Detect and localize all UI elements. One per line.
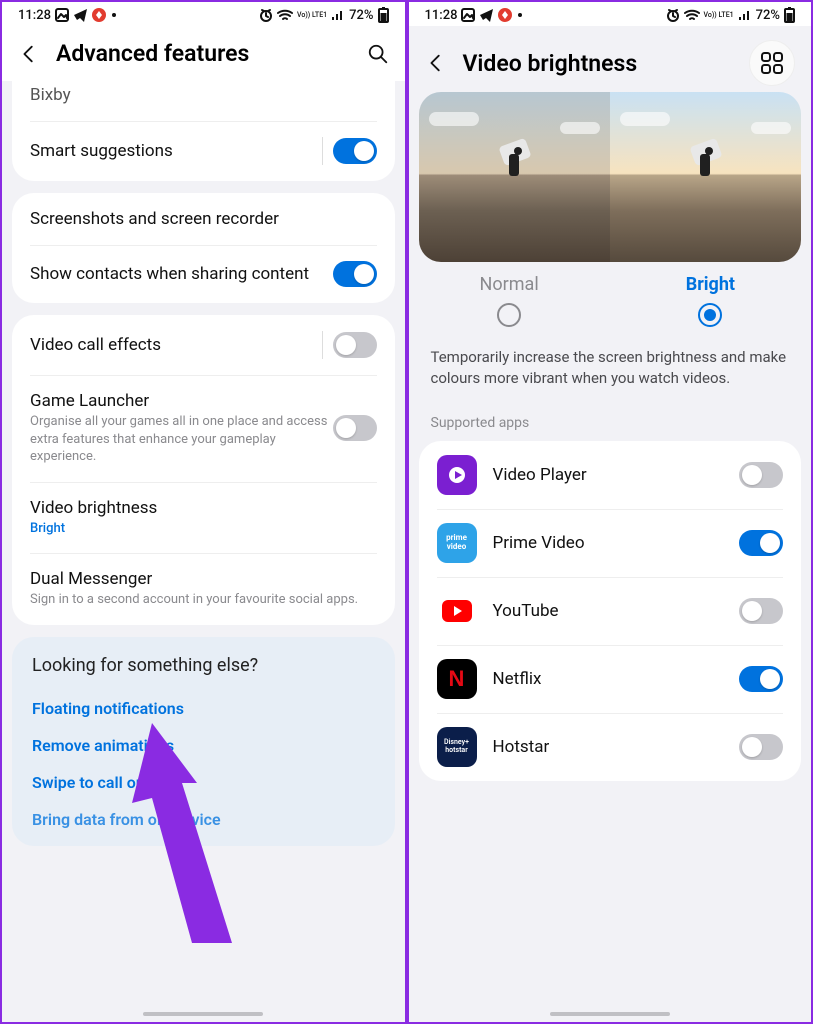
app-row-youtube[interactable]: YouTube <box>419 577 802 645</box>
hotstar-label: Hotstar <box>493 737 740 757</box>
radio-bright[interactable] <box>698 303 722 327</box>
mode-bright[interactable]: Bright <box>610 274 811 327</box>
alarm-icon <box>259 8 273 22</box>
app-row-video-player[interactable]: Video Player <box>419 441 802 509</box>
dual-messenger-sub: Sign in to a second account in your favo… <box>30 591 377 609</box>
battery-icon <box>784 7 795 23</box>
app-row-netflix[interactable]: N Netflix <box>419 645 802 713</box>
battery-icon <box>378 7 389 23</box>
header-left: Advanced features <box>2 26 405 81</box>
diamond-icon <box>498 8 512 22</box>
video-call-effects-toggle[interactable] <box>333 332 377 358</box>
mode-selector: Normal Bright <box>409 262 812 333</box>
row-dual-messenger[interactable]: Dual Messenger Sign in to a second accou… <box>12 553 395 625</box>
back-icon[interactable] <box>18 43 40 65</box>
youtube-toggle[interactable] <box>739 598 783 624</box>
prime-video-toggle[interactable] <box>739 530 783 556</box>
row-show-contacts[interactable]: Show contacts when sharing content <box>12 245 395 303</box>
phone-right: 11:28 Vo)) LTE1 72% Video brightness <box>407 0 813 1024</box>
alarm-icon <box>666 8 680 22</box>
prime-video-icon: primevideo <box>437 523 477 563</box>
link-bring-data[interactable]: Bring data from old device <box>32 801 375 838</box>
mode-normal-label: Normal <box>480 274 539 295</box>
home-indicator[interactable] <box>143 1012 263 1016</box>
mode-bright-label: Bright <box>686 274 735 295</box>
netflix-label: Netflix <box>493 669 740 689</box>
video-brightness-label: Video brightness <box>30 498 377 518</box>
youtube-label: YouTube <box>493 601 740 621</box>
picture-icon <box>55 8 69 22</box>
status-time: 11:28 <box>425 8 458 23</box>
row-video-brightness[interactable]: Video brightness Bright <box>12 482 395 554</box>
brightness-preview <box>419 92 802 262</box>
telegram-icon <box>479 8 494 23</box>
apps-grid-icon <box>761 52 783 74</box>
smart-suggestions-label: Smart suggestions <box>30 141 322 161</box>
row-smart-suggestions[interactable]: Smart suggestions <box>12 121 395 181</box>
video-brightness-sub: Bright <box>30 520 377 538</box>
phone-left: 11:28 Vo)) LTE1 72% Advanced features Bi… <box>0 0 407 1024</box>
supported-apps-label: Supported apps <box>409 395 812 437</box>
game-launcher-toggle[interactable] <box>333 415 377 441</box>
row-video-call-effects[interactable]: Video call effects <box>12 315 395 375</box>
screen-recorder-label: Screenshots and screen recorder <box>30 209 377 229</box>
suggestion-card: Looking for something else? Floating not… <box>12 637 395 846</box>
hotstar-toggle[interactable] <box>739 734 783 760</box>
row-game-launcher[interactable]: Game Launcher Organise all your games al… <box>12 375 395 482</box>
netflix-toggle[interactable] <box>739 666 783 692</box>
battery-pct: 72% <box>349 8 373 23</box>
dual-messenger-label: Dual Messenger <box>30 569 377 589</box>
bixby-label: Bixby <box>30 85 377 105</box>
hotstar-icon: Disney+hotstar <box>437 727 477 767</box>
netflix-icon: N <box>437 659 477 699</box>
home-indicator[interactable] <box>550 1012 670 1016</box>
page-title: Advanced features <box>56 40 351 67</box>
mode-normal[interactable]: Normal <box>409 274 610 327</box>
battery-pct: 72% <box>756 8 780 23</box>
back-icon[interactable] <box>425 52 447 74</box>
link-floating-notifications[interactable]: Floating notifications <box>32 690 375 727</box>
net-label: Vo)) LTE1 <box>297 12 327 19</box>
page-title: Video brightness <box>463 50 734 77</box>
diamond-icon <box>92 8 106 22</box>
game-launcher-sub: Organise all your games all in one place… <box>30 413 333 466</box>
status-bar: 11:28 Vo)) LTE1 72% <box>409 2 812 26</box>
brightness-description: Temporarily increase the screen brightne… <box>409 333 812 395</box>
picture-icon <box>461 8 475 22</box>
app-row-prime-video[interactable]: primevideo Prime Video <box>419 509 802 577</box>
smart-suggestions-toggle[interactable] <box>333 138 377 164</box>
link-swipe-call-text[interactable]: Swipe to call or text <box>32 764 375 801</box>
wifi-icon <box>277 9 293 21</box>
signal-icon <box>738 9 752 21</box>
status-bar: 11:28 Vo)) LTE1 72% <box>2 2 405 26</box>
app-row-hotstar[interactable]: Disney+hotstar Hotstar <box>419 713 802 781</box>
search-icon[interactable] <box>367 43 389 65</box>
signal-icon <box>331 9 345 21</box>
show-contacts-toggle[interactable] <box>333 261 377 287</box>
show-contacts-label: Show contacts when sharing content <box>30 264 333 284</box>
wifi-icon <box>684 9 700 21</box>
prime-video-label: Prime Video <box>493 533 740 553</box>
game-launcher-label: Game Launcher <box>30 391 333 411</box>
net-label: Vo)) LTE1 <box>704 12 734 19</box>
apps-button[interactable] <box>749 40 795 86</box>
youtube-icon <box>437 591 477 631</box>
link-remove-animations[interactable]: Remove animations <box>32 727 375 764</box>
header-right: Video brightness <box>409 26 812 92</box>
row-screen-recorder[interactable]: Screenshots and screen recorder <box>12 193 395 245</box>
row-bixby[interactable]: Bixby <box>12 81 395 121</box>
video-player-toggle[interactable] <box>739 462 783 488</box>
radio-normal[interactable] <box>497 303 521 327</box>
video-player-label: Video Player <box>493 465 740 485</box>
telegram-icon <box>73 8 88 23</box>
video-call-effects-label: Video call effects <box>30 335 322 355</box>
status-time: 11:28 <box>18 8 51 23</box>
suggestion-head: Looking for something else? <box>32 655 375 676</box>
video-player-icon <box>437 455 477 495</box>
